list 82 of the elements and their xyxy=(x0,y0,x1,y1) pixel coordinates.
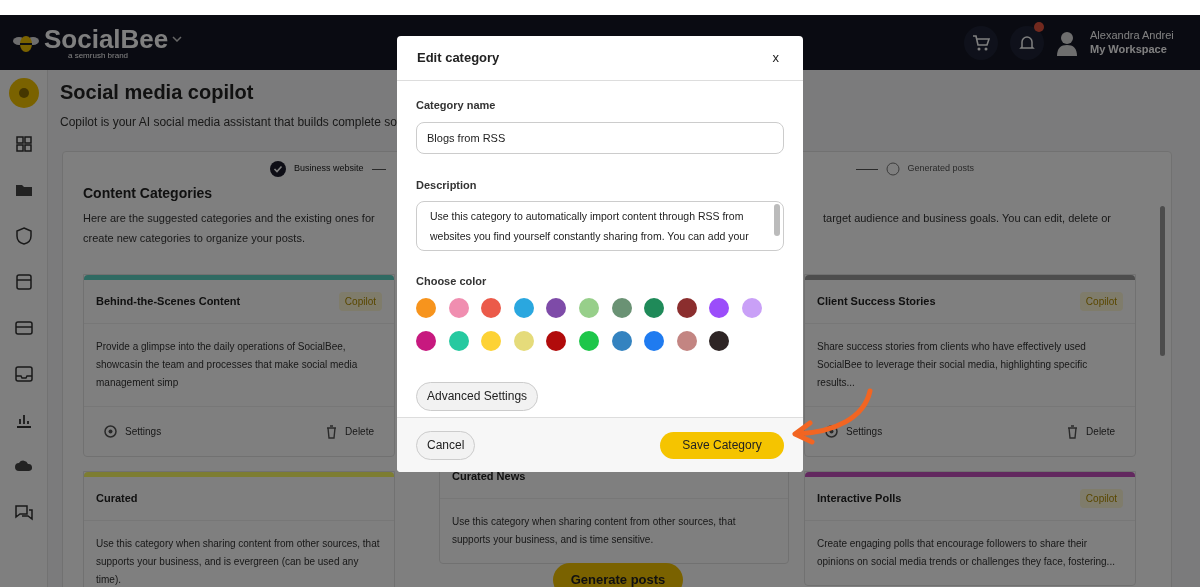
notification-badge xyxy=(1034,21,1044,32)
avatar-icon[interactable] xyxy=(1056,29,1078,56)
field-label: Category name xyxy=(416,98,497,113)
color-swatch[interactable] xyxy=(416,297,436,318)
user-name: Alexandra Andrei xyxy=(1090,28,1175,43)
delete-button[interactable]: Delete xyxy=(326,424,374,439)
color-swatch[interactable] xyxy=(611,330,632,351)
card-title: Curated News xyxy=(452,469,526,485)
field-label: Description xyxy=(416,177,478,193)
category-name-input[interactable]: Blogs from RSS xyxy=(416,121,784,154)
color-swatch[interactable] xyxy=(448,297,469,318)
color-swatch[interactable] xyxy=(709,330,730,351)
dialog-title: Edit category xyxy=(417,49,500,68)
close-button[interactable]: x xyxy=(768,48,783,68)
copilot-icon[interactable] xyxy=(8,78,39,108)
card-description: Use this category when sharing content from other sources, that supports your business, and is evergreen (can be used any time). xyxy=(95,537,381,587)
step-circle-icon xyxy=(885,162,900,176)
settings-button[interactable]: Settings xyxy=(104,424,162,439)
grid-icon[interactable] xyxy=(13,134,34,154)
check-circle-icon xyxy=(270,161,286,177)
copilot-badge: Copilot xyxy=(1079,292,1123,311)
color-swatch[interactable] xyxy=(741,297,762,318)
color-swatch[interactable] xyxy=(676,297,697,318)
settings-button[interactable]: Settings xyxy=(825,424,883,439)
intro-text: target audience and business goals. You can edit, delete or xyxy=(822,211,1111,226)
notifications-button[interactable] xyxy=(1010,25,1044,60)
color-swatch[interactable] xyxy=(644,297,665,318)
copilot-badge: Copilot xyxy=(338,292,382,311)
color-swatch[interactable] xyxy=(644,330,665,351)
cart-icon xyxy=(972,34,990,51)
intro-text: create new categories to organize your posts. xyxy=(83,231,306,246)
trash-icon xyxy=(326,424,338,439)
calendar-icon[interactable] xyxy=(13,272,34,292)
color-swatch[interactable] xyxy=(676,330,697,351)
tray-icon[interactable] xyxy=(13,364,34,384)
inbox-icon[interactable] xyxy=(13,318,34,338)
card-description: Provide a glimpse into the daily operations of SocialBee, showcasin the team and processes that make social media management simp xyxy=(95,340,359,390)
card-title: Interactive Polls xyxy=(817,491,902,507)
card-title: Client Success Stories xyxy=(817,294,936,310)
color-swatch[interactable] xyxy=(481,330,502,351)
color-swatch[interactable] xyxy=(709,297,730,318)
color-swatch[interactable] xyxy=(611,297,632,318)
shield-icon[interactable] xyxy=(13,226,34,246)
settings-icon xyxy=(825,425,838,438)
card-title: Curated xyxy=(96,491,138,507)
color-swatch[interactable] xyxy=(578,330,599,351)
color-swatch[interactable] xyxy=(481,297,502,318)
chat-icon[interactable] xyxy=(13,502,34,522)
color-swatch[interactable] xyxy=(416,330,436,351)
color-swatch[interactable] xyxy=(546,297,567,318)
scrollbar[interactable] xyxy=(1160,206,1165,356)
advanced-settings-button[interactable]: Advanced Settings xyxy=(416,381,539,411)
scrollbar[interactable] xyxy=(774,204,780,236)
caret-icon[interactable] xyxy=(172,35,183,42)
color-swatch[interactable] xyxy=(513,297,534,318)
save-category-button[interactable]: Save Category xyxy=(660,431,784,459)
trash-icon xyxy=(1067,424,1079,439)
color-swatch[interactable] xyxy=(448,330,469,351)
description-textarea[interactable]: Use this category to automatically import content through RSS from websites you find yourself constantly sharing from. You can add your xyxy=(416,201,784,251)
color-swatch[interactable] xyxy=(546,330,567,351)
card-description: Use this category when sharing content from other sources, that supports your business, and is time sensitive. xyxy=(451,515,737,547)
intro-text: Here are the suggested categories and the existing ones for xyxy=(83,211,375,226)
cancel-button[interactable]: Cancel xyxy=(416,430,476,460)
brand-name: SocialBee xyxy=(44,25,169,52)
copilot-badge: Copilot xyxy=(1079,489,1123,508)
field-label: Choose color xyxy=(416,274,488,289)
step-label: Generated posts xyxy=(907,162,975,176)
step-label: Business website xyxy=(294,162,364,176)
card-description: Share success stories from clients who have effectively used SocialBee to leverage their social media, highlighting specific results... xyxy=(816,340,1089,390)
settings-icon xyxy=(104,425,117,438)
color-swatch[interactable] xyxy=(513,330,534,351)
description-text: Use this category to automatically import content through RSS from websites you find yourself constantly sharing from. You can add your xyxy=(430,209,750,244)
card-title: Behind-the-Scenes Content xyxy=(96,294,241,310)
card-description: Create engaging polls that encourage followers to share their opinions on social media trends or challenges they face, fostering... xyxy=(816,537,1116,569)
page-title: Social media copilot xyxy=(60,80,254,105)
cart-button[interactable] xyxy=(964,25,998,60)
page-subtitle: Copilot is your AI social media assistant that builds complete so xyxy=(60,114,398,131)
brand-tagline: a semrush brand xyxy=(68,51,130,60)
bell-icon xyxy=(1019,34,1035,51)
color-swatch[interactable] xyxy=(578,297,599,318)
workspace-name: My Workspace xyxy=(1090,42,1168,57)
delete-button[interactable]: Delete xyxy=(1067,424,1115,439)
